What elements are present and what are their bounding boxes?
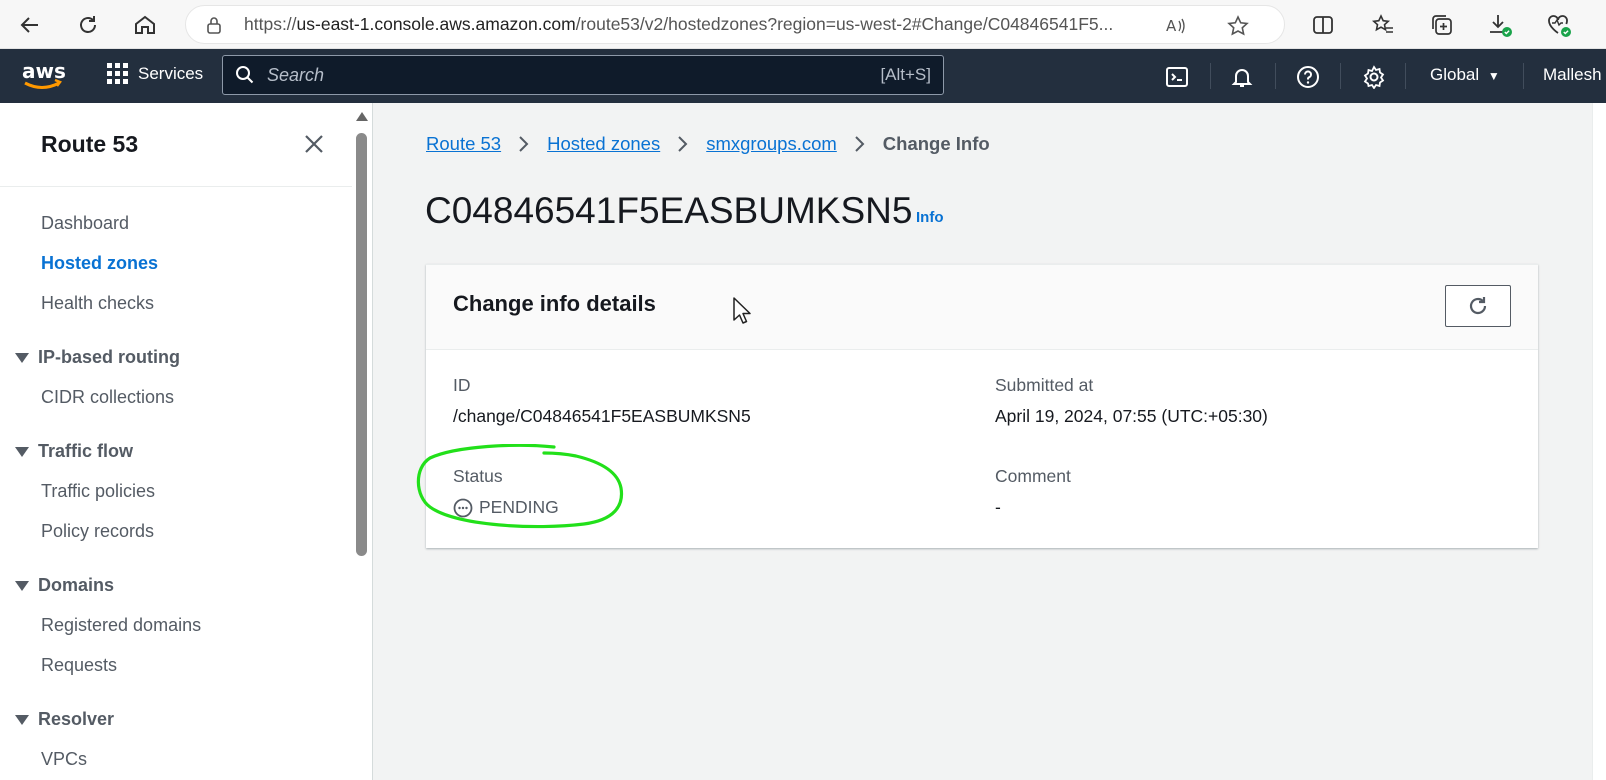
comment-value: - <box>995 497 1001 517</box>
home-icon[interactable] <box>129 9 161 41</box>
side-navigation: Route 53 Dashboard Hosted zones Health c… <box>0 103 352 780</box>
back-arrow-icon[interactable] <box>14 9 46 41</box>
section-label: IP-based routing <box>38 347 181 367</box>
breadcrumb-route53[interactable]: Route 53 <box>426 133 501 155</box>
notifications-bell-icon[interactable] <box>1229 64 1255 90</box>
submitted-at-label: Submitted at <box>995 375 1094 395</box>
services-menu[interactable]: Services <box>107 63 203 84</box>
cloudshell-icon[interactable] <box>1164 64 1190 90</box>
expand-caret-icon <box>15 352 29 363</box>
section-resolver[interactable]: Resolver <box>15 709 114 730</box>
close-icon[interactable] <box>301 131 327 157</box>
change-info-panel: Change info details ID /change/C04846541… <box>426 264 1538 548</box>
account-menu[interactable]: Mallesh <box>1543 65 1602 85</box>
sidebar-item-traffic-policies[interactable]: Traffic policies <box>41 481 155 502</box>
panel-header: Change info details <box>426 265 1538 350</box>
sidebar-item-cidr-collections[interactable]: CIDR collections <box>41 387 174 408</box>
browser-toolbar: https://us-east-1.console.aws.amazon.com… <box>0 0 1606 49</box>
id-label: ID <box>453 375 471 395</box>
sidebar-item-requests[interactable]: Requests <box>41 655 117 676</box>
expand-caret-icon <box>15 446 29 457</box>
search-input[interactable]: Search [Alt+S] <box>222 55 944 95</box>
scrollbar-thumb[interactable] <box>356 133 367 556</box>
expand-caret-icon <box>15 580 29 591</box>
section-domains[interactable]: Domains <box>15 575 114 596</box>
search-shortcut: [Alt+S] <box>880 65 931 84</box>
svg-text:A: A <box>1166 17 1177 35</box>
refresh-page-icon[interactable] <box>72 9 104 41</box>
grid-icon <box>107 63 128 84</box>
breadcrumb-hosted-zones[interactable]: Hosted zones <box>547 133 660 155</box>
aws-logo[interactable]: aws <box>20 59 66 93</box>
split-screen-icon[interactable] <box>1307 9 1339 41</box>
sidebar-item-policy-records[interactable]: Policy records <box>41 521 154 542</box>
panel-title: Change info details <box>453 291 656 316</box>
chevron-right-icon <box>677 135 689 153</box>
sidebar-item-registered-domains[interactable]: Registered domains <box>41 615 201 636</box>
help-icon[interactable] <box>1295 64 1321 90</box>
sidebar-item-vpcs[interactable]: VPCs <box>41 749 87 770</box>
downloads-icon[interactable] <box>1484 9 1516 41</box>
utility-panel-edge <box>1592 103 1606 780</box>
id-value: /change/C04846541F5EASBUMKSN5 <box>453 406 751 426</box>
favorite-star-icon[interactable] <box>1226 14 1250 38</box>
section-label: Resolver <box>38 709 115 729</box>
page-title: C04846541F5EASBUMKSN5 <box>425 190 913 231</box>
aws-top-nav: aws Services Search [Alt+S] Global ▼ Mal… <box>0 49 1606 103</box>
favorites-icon[interactable] <box>1367 9 1399 41</box>
region-label: Global <box>1430 65 1480 84</box>
comment-label: Comment <box>995 466 1071 486</box>
status-label: Status <box>453 466 503 486</box>
breadcrumb-zone[interactable]: smxgroups.com <box>706 133 837 155</box>
status-badge: PENDING <box>453 497 559 518</box>
search-placeholder: Search <box>267 64 325 85</box>
search-icon <box>235 65 255 85</box>
collections-icon[interactable] <box>1426 9 1458 41</box>
section-label: Traffic flow <box>38 441 134 461</box>
sidebar-title: Route 53 <box>41 131 139 157</box>
region-selector[interactable]: Global ▼ <box>1430 65 1500 85</box>
status-text: PENDING <box>479 497 559 517</box>
refresh-icon <box>1467 295 1489 317</box>
refresh-button[interactable] <box>1445 285 1511 327</box>
pending-status-icon <box>453 498 473 518</box>
section-ip-based-routing[interactable]: IP-based routing <box>15 347 180 368</box>
url-text: https://us-east-1.console.aws.amazon.com… <box>244 14 1114 34</box>
chevron-right-icon <box>518 135 530 153</box>
sidebar-item-health-checks[interactable]: Health checks <box>41 293 154 314</box>
expand-caret-icon <box>15 714 29 725</box>
scroll-up-arrow-icon[interactable] <box>356 112 368 121</box>
submitted-at-value: April 19, 2024, 07:55 (UTC:+05:30) <box>995 406 1268 426</box>
section-traffic-flow[interactable]: Traffic flow <box>15 441 133 462</box>
read-aloud-icon[interactable]: A <box>1164 14 1188 38</box>
address-bar[interactable]: https://us-east-1.console.aws.amazon.com… <box>185 5 1285 44</box>
caret-down-icon: ▼ <box>1487 69 1500 83</box>
services-label: Services <box>138 63 204 83</box>
svg-text:aws: aws <box>22 59 66 83</box>
chevron-right-icon <box>854 135 866 153</box>
sidebar-item-dashboard[interactable]: Dashboard <box>41 213 129 234</box>
lock-icon[interactable] <box>204 15 224 35</box>
sidebar-item-hosted-zones[interactable]: Hosted zones <box>41 253 158 274</box>
info-link[interactable]: Info <box>916 209 944 226</box>
breadcrumb: Route 53 Hosted zones smxgroups.com Chan… <box>426 133 990 155</box>
settings-gear-icon[interactable] <box>1361 64 1387 90</box>
browser-essentials-icon[interactable] <box>1543 9 1575 41</box>
section-label: Domains <box>38 575 115 595</box>
breadcrumb-current: Change Info <box>882 133 990 154</box>
mouse-cursor-icon <box>733 297 751 324</box>
